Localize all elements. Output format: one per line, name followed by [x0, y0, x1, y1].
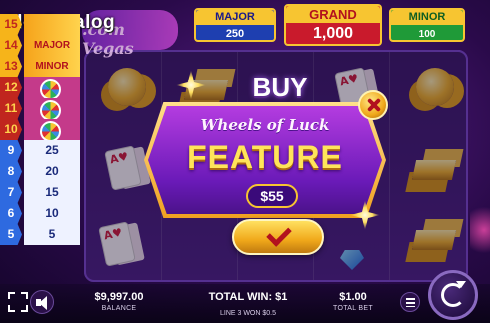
- ladder-row-7: 7 15: [0, 182, 80, 203]
- grand-jackpot-label: GRAND: [286, 6, 380, 23]
- balance-value: $9,997.00: [94, 291, 144, 303]
- ladder-row-6: 6 10: [0, 203, 80, 224]
- ladder-row-value: 15: [24, 182, 80, 203]
- minor-jackpot-label: MINOR: [391, 10, 463, 25]
- ladder-row-value: 20: [24, 161, 80, 182]
- ladder-row-value: [24, 14, 80, 35]
- fullscreen-icon[interactable]: [6, 290, 30, 314]
- ladder-row-value: 5: [24, 224, 80, 245]
- ladder-row-number: 13: [0, 56, 22, 77]
- major-jackpot: MAJOR 250: [194, 8, 276, 42]
- spin-button[interactable]: [428, 270, 478, 320]
- paytable-icon[interactable]: [400, 292, 420, 312]
- buy-title: BUY: [252, 72, 308, 102]
- ladder-row-number: 14: [0, 35, 22, 56]
- total-bet-display: $1.00 TOTAL BET: [328, 290, 378, 314]
- major-jackpot-value: 250: [225, 28, 245, 40]
- ladder-row-14: 14 MAJOR: [0, 35, 80, 56]
- feature-price: $55: [246, 184, 298, 208]
- ladder-row-value: MAJOR: [24, 35, 80, 56]
- grand-jackpot-value: 1,000: [312, 25, 354, 42]
- ladder-row-15: 15: [0, 14, 80, 35]
- wheel-icon: [24, 98, 80, 121]
- checkmark-icon: [266, 221, 292, 247]
- ladder-row-9: 9 25: [0, 140, 80, 161]
- total-win-display: TOTAL WIN: $1: [206, 290, 290, 304]
- ladder-row-number: 5: [0, 224, 22, 245]
- ladder-row-8: 8 20: [0, 161, 80, 182]
- balance-label: BALANCE: [101, 305, 137, 312]
- line-win-text: LINE 3 WON $0.5: [219, 310, 277, 317]
- ladder-row-number: 6: [0, 203, 22, 224]
- ladder-row-number: 8: [0, 161, 22, 182]
- ladder-row-12: 12: [0, 77, 80, 100]
- fireworks-decoration: [470, 200, 490, 260]
- ladder-row-number: 10: [0, 119, 22, 140]
- ladder-row-value: 10: [24, 203, 80, 224]
- ladder-row-number: 15: [0, 14, 22, 35]
- grand-jackpot: GRAND 1,000: [284, 4, 382, 46]
- ladder-row-11: 11: [0, 98, 80, 121]
- total-bet-label: TOTAL BET: [333, 305, 373, 312]
- total-win-value: TOTAL WIN: $1: [208, 291, 288, 303]
- minor-jackpot: MINOR 100: [389, 8, 465, 42]
- ladder-row-value: 25: [24, 140, 80, 161]
- ladder-row-10: 10: [0, 119, 80, 142]
- balance-display: $9,997.00 BALANCE: [86, 290, 152, 314]
- ladder-row-number: 12: [0, 77, 22, 98]
- major-jackpot-label: MAJOR: [196, 10, 274, 25]
- wheel-icon: [24, 77, 80, 100]
- ladder-row-13: 13 MINOR: [0, 56, 80, 77]
- minor-jackpot-value: 100: [418, 29, 436, 40]
- feature-subtitle: Wheels of Luck: [200, 116, 330, 134]
- sound-icon[interactable]: [30, 290, 54, 314]
- total-bet-value: $1.00: [339, 291, 367, 303]
- ladder-row-number: 11: [0, 98, 22, 119]
- ladder-row-value: MINOR: [24, 56, 80, 77]
- ladder-row-5: 55: [0, 224, 80, 245]
- ladder-row-number: 9: [0, 140, 22, 161]
- confirm-buy-button[interactable]: [232, 219, 324, 255]
- wheel-icon: [24, 119, 80, 142]
- ladder-row-number: 7: [0, 182, 22, 203]
- feature-title: FEATURE: [187, 139, 343, 175]
- close-icon[interactable]: [358, 90, 388, 120]
